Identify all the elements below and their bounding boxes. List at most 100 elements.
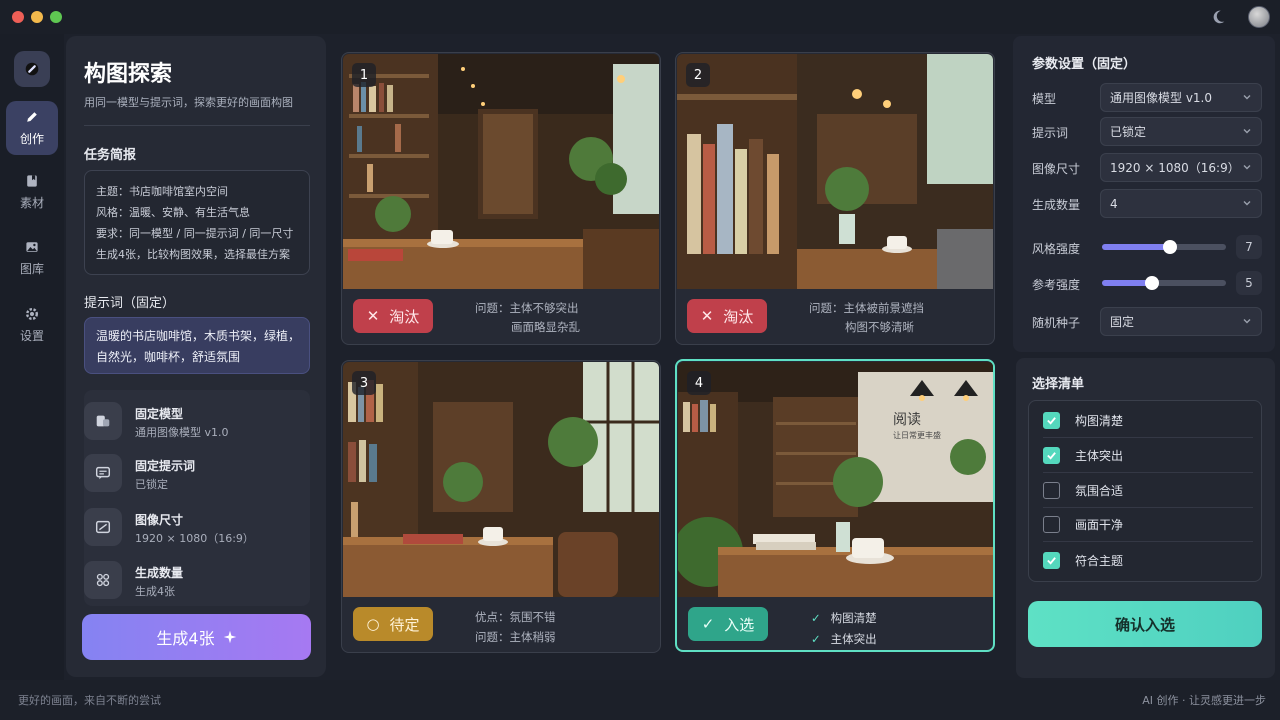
select-value: 固定 (1110, 315, 1135, 329)
check-icon (1047, 452, 1056, 460)
checkbox[interactable] (1043, 551, 1060, 569)
checkbox[interactable] (1043, 516, 1060, 533)
page-subtitle: 用同一模型与提示词，探索更好的画面构图 (84, 96, 293, 109)
prompt-box: 温暖的书店咖啡馆，木质书架，绿植， 自然光，咖啡杯，舒适氛围 (84, 317, 310, 374)
cafe-image-4[interactable]: 阅读 让日常更丰盛 4 (678, 362, 993, 597)
cafe-image-2[interactable]: 2 (677, 54, 993, 289)
fixed-settings-list: 固定模型 通用图像模型 v1.0 固定提示词 已锁定 图像尺寸 1920 × 1… (84, 390, 310, 606)
checklist-item[interactable]: 画面干净 (1043, 508, 1253, 542)
checklist-item[interactable]: 构图清楚 (1043, 404, 1253, 438)
image-card-3[interactable]: 3 ○ 待定 优点：氛围不错 问题：主体稍弱 (341, 360, 661, 653)
slider-knob[interactable] (1144, 276, 1159, 290)
param-label: 模型 (1032, 92, 1057, 106)
model-select[interactable]: 通用图像模型 v1.0 (1100, 83, 1262, 112)
checklist-item[interactable]: 符合主题 (1043, 543, 1253, 577)
fixed-prompt-item: 固定提示词 已锁定 (84, 448, 310, 498)
checklist-item[interactable]: 氛围合适 (1043, 474, 1253, 508)
card-number: 4 (687, 371, 711, 395)
footer-tagline: 更好的画面，来自不断的尝试 (18, 694, 161, 707)
rail-item-settings[interactable]: 设置 (6, 298, 58, 352)
brief-title: 任务简报 (84, 148, 137, 163)
generate-label: 生成4张 (156, 629, 215, 648)
seed-select[interactable]: 固定 (1100, 307, 1262, 336)
card-note: 画面略显杂乱 (511, 320, 580, 334)
select-value: 1920 × 1080（16:9） (1110, 161, 1240, 175)
image-card-4[interactable]: 阅读 让日常更丰盛 4 ✓ 入选 ✓ 构图清楚 ✓ 主体突出 (675, 359, 995, 652)
pending-button[interactable]: ○ 待定 (353, 607, 433, 641)
moon-icon[interactable] (1209, 8, 1227, 26)
prompt-select[interactable]: 已锁定 (1100, 117, 1262, 146)
chevron-down-icon (1243, 129, 1251, 134)
generate-count-item: 生成数量 生成4张 (84, 555, 310, 605)
slider-knob[interactable] (1163, 240, 1178, 254)
cafe-image-3[interactable]: 3 (343, 362, 659, 597)
image-card-1[interactable]: 1 ✕ 淘汰 问题：主体不够突出 画面略显杂乱 (341, 52, 661, 345)
title-bar (0, 0, 1280, 34)
fixed-item-value: 1920 × 1080（16:9） (135, 532, 254, 545)
card-number: 1 (352, 63, 376, 87)
checklist-label: 构图清楚 (1075, 414, 1124, 428)
checklist-panel: 选择清单 构图清楚 主体突出 氛围合适 画面干净 符合主题 确认入选 (1016, 358, 1275, 678)
checkbox[interactable] (1043, 412, 1060, 429)
brief-box: 主题：书店咖啡馆室内空间 风格：温暖、安静、有生活气息 要求：同一模型 / 同一… (84, 170, 310, 275)
prompt-line: 自然光，咖啡杯，舒适氛围 (96, 350, 241, 364)
rail-label: 设置 (19, 329, 44, 343)
count-select[interactable]: 4 (1100, 189, 1262, 218)
check-icon (1047, 556, 1056, 565)
card-note: 优点：氛围不错 (475, 610, 556, 624)
x-icon: ✕ (700, 307, 714, 325)
checklist-item[interactable]: 主体突出 (1043, 439, 1253, 473)
chevron-down-icon (1243, 165, 1251, 170)
bookmark-icon (27, 175, 37, 187)
rail-item-gallery[interactable]: 图库 (6, 231, 58, 285)
image-card-2[interactable]: 2 ✕ 淘汰 问题：主体被前景遮挡 构图不够清晰 (675, 52, 995, 345)
check-icon: ✓ (811, 611, 821, 625)
brief-line: 要求：同一模型 / 同一提示词 / 同一尺寸 (96, 227, 294, 240)
checklist-label: 符合主题 (1075, 553, 1124, 568)
check-icon: ✓ (811, 632, 821, 646)
confirm-button[interactable]: 确认入选 (1028, 601, 1262, 647)
task-panel: 构图探索 用同一模型与提示词，探索更好的画面构图 任务简报 主题：书店咖啡馆室内… (66, 36, 326, 677)
app-logo (14, 51, 50, 87)
logo-icon (25, 62, 39, 76)
pencil-icon (27, 112, 37, 122)
checkbox[interactable] (1043, 447, 1060, 464)
brief-line: 生成4张，比较构图效果，选择最佳方案 (96, 248, 290, 261)
fixed-item-title: 图像尺寸 (135, 513, 184, 527)
reject-button[interactable]: ✕ 淘汰 (353, 299, 433, 333)
reject-button[interactable]: ✕ 淘汰 (687, 299, 767, 333)
check-icon (1047, 417, 1056, 425)
rail-label: 创作 (19, 132, 44, 146)
fixed-item-title: 生成数量 (135, 566, 184, 580)
fixed-item-title: 固定模型 (135, 407, 184, 421)
rail-item-create[interactable]: 创作 (6, 101, 58, 155)
reference-strength-slider[interactable] (1102, 276, 1226, 290)
avatar[interactable] (1248, 6, 1270, 28)
card-note: 问题：主体不够突出 (475, 301, 579, 315)
image-size-icon (84, 508, 122, 546)
checklist-label: 氛围合适 (1075, 484, 1124, 498)
minimize-window-button[interactable] (31, 11, 43, 23)
rail-label: 素材 (19, 196, 44, 210)
cafe-image-1[interactable]: 1 (343, 54, 659, 289)
model-icon (84, 402, 122, 440)
prompt-icon (84, 454, 122, 492)
card-number: 2 (686, 63, 710, 87)
params-panel: 参数设置（固定） 模型 通用图像模型 v1.0 提示词 已锁定 图像尺寸 192… (1013, 36, 1275, 352)
rail-item-assets[interactable]: 素材 (6, 165, 58, 219)
maximize-window-button[interactable] (50, 11, 62, 23)
gear-icon (26, 308, 38, 320)
generate-button[interactable]: 生成4张 (82, 614, 311, 660)
footer-brand: AI 创作 · 让灵感更进一步 (1142, 694, 1266, 707)
status-label: 淘汰 (723, 307, 754, 326)
image-size-item: 图像尺寸 1920 × 1080（16:9） (84, 502, 310, 552)
fixed-item-title: 固定提示词 (135, 459, 196, 473)
image-size-select[interactable]: 1920 × 1080（16:9） (1100, 153, 1262, 182)
accept-button[interactable]: ✓ 入选 (688, 607, 768, 641)
checklist-label: 主体突出 (1075, 449, 1124, 463)
param-label: 图像尺寸 (1032, 162, 1081, 176)
checkbox[interactable] (1043, 482, 1060, 499)
close-window-button[interactable] (12, 11, 24, 23)
prompt-line: 温暖的书店咖啡馆，木质书架，绿植， (96, 329, 301, 343)
style-strength-slider[interactable] (1102, 240, 1226, 254)
